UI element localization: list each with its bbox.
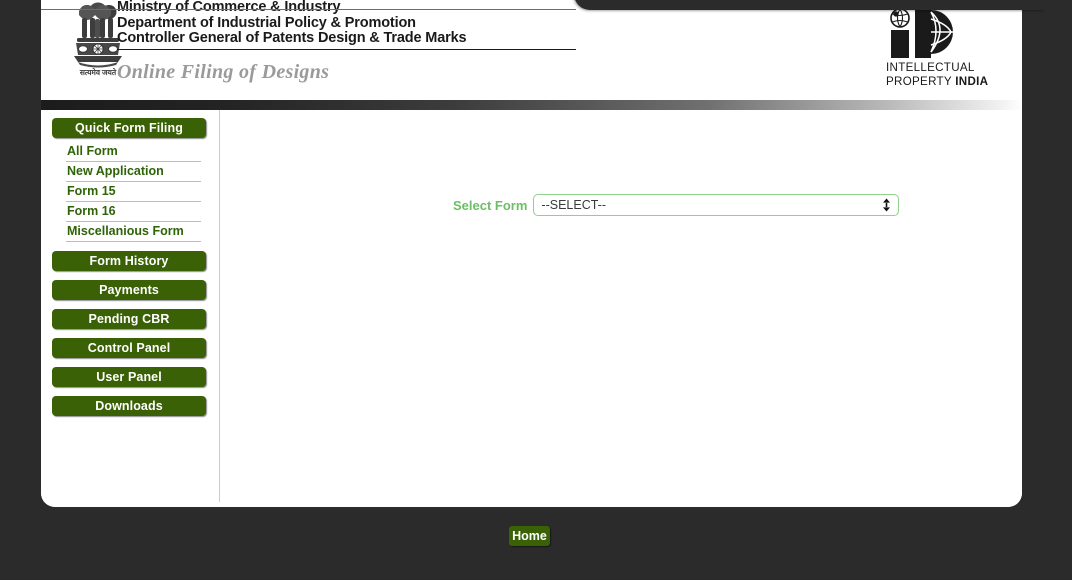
site-header: सत्यमेव जयते Ministry of Commerce & Indu… [41,0,1022,100]
main-content: Select Form --SELECT-- [221,110,1022,507]
department-line: Department of Industrial Policy & Promot… [117,14,416,31]
header-separator-gradient [41,100,1022,110]
select-form-row: Select Form --SELECT-- [453,194,900,216]
controller-line: Controller General of Patents Design & T… [117,30,467,47]
sidebar-sublink-list: All Form New Application Form 15 Form 16… [66,142,201,242]
logo-text-line-2: PROPERTY INDIA [886,76,1002,88]
sidebar-item-pending-cbr[interactable]: Pending CBR [52,309,206,329]
ministry-line: Ministry of Commerce & Industry [117,0,341,15]
window-shoulder [574,0,1044,10]
sidebar-item-payments[interactable]: Payments [52,280,206,300]
title-divider [117,48,576,50]
page-subtitle: Online Filing of Designs [117,60,330,83]
logo-property-word: PROPERTY [886,75,956,89]
logo-india-word: INDIA [955,75,989,89]
intellectual-property-india-logo-icon: INTELLECTUAL PROPERTY INDIA [886,8,1002,90]
header-top-rule [41,9,576,10]
sidebar-item-quick-form-filing[interactable]: Quick Form Filing [52,118,206,138]
sidebar-item-form-15[interactable]: Form 15 [66,182,201,202]
select-form-wrapper: --SELECT-- [533,194,900,216]
sidebar-nav: Quick Form Filing All Form New Applicati… [50,118,220,420]
svg-text:सत्यमेव जयते: सत्यमेव जयते [79,68,117,77]
body-area: Quick Form Filing All Form New Applicati… [41,110,1022,507]
page-panel: सत्यमेव जयते Ministry of Commerce & Indu… [41,0,1022,507]
sidebar-item-all-form[interactable]: All Form [66,142,201,162]
sidebar-item-miscellanious-form[interactable]: Miscellanious Form [66,222,201,242]
sidebar-item-downloads[interactable]: Downloads [52,396,206,416]
sidebar-item-form-history[interactable]: Form History [52,251,206,271]
select-form-label: Select Form [453,197,528,213]
app-window: सत्यमेव जयते Ministry of Commerce & Indu… [0,0,1072,580]
logo-text-line-1: INTELLECTUAL [886,61,975,74]
sidebar-item-user-panel[interactable]: User Panel [52,367,206,387]
sidebar-item-form-16[interactable]: Form 16 [66,202,201,222]
sidebar-item-control-panel[interactable]: Control Panel [52,338,206,358]
sidebar-content-divider [219,110,220,502]
select-form-dropdown[interactable]: --SELECT-- [533,194,900,216]
sidebar-item-new-application[interactable]: New Application [66,162,201,182]
header-titles: Ministry of Commerce & Industry Departme… [117,0,637,84]
home-button[interactable]: Home [509,526,550,546]
